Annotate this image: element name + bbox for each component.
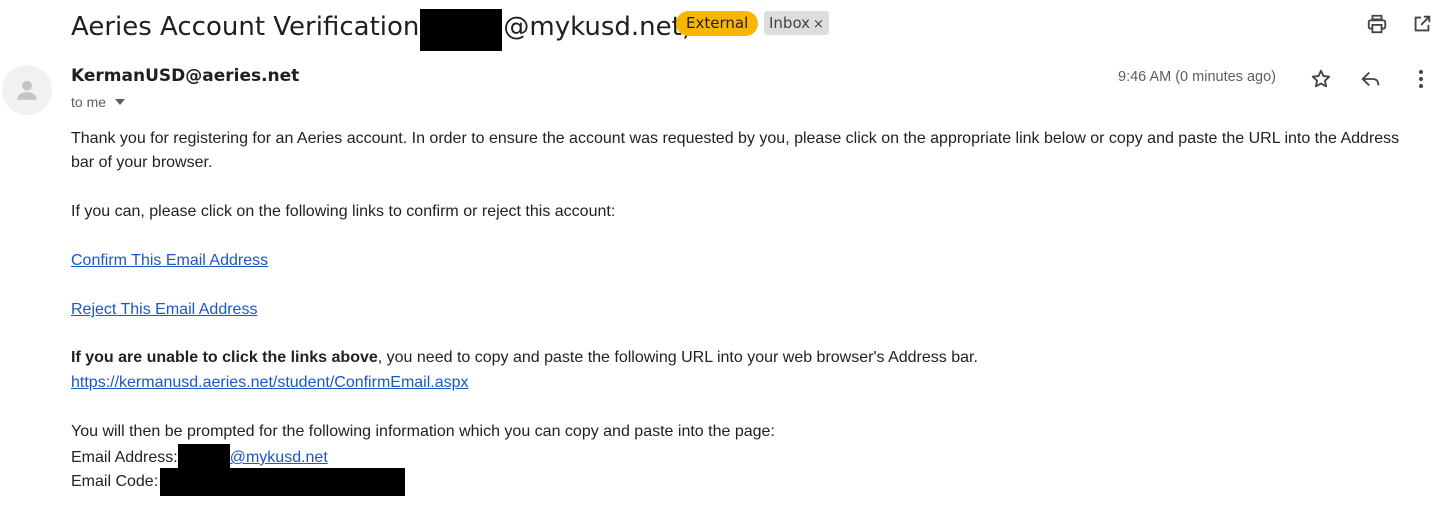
body-paragraph-3-rest: , you need to copy and paste the followi… [377,349,978,366]
inbox-label-text: Inbox [769,14,811,32]
open-in-new-window-icon [1414,15,1431,32]
print-icon [1367,14,1387,34]
reply-icon [1361,71,1380,87]
caret-down-icon[interactable] [114,98,126,106]
subject-suffix: @mykusd.net) [503,12,692,42]
inbox-label: Inbox × [764,11,829,35]
more-vert-icon [1419,70,1423,88]
more-options-button[interactable] [1409,67,1433,91]
reject-email-link[interactable]: Reject This Email Address [71,298,257,322]
email-code-label: Email Code: [71,473,159,490]
subject-prefix: Aeries Account Verification [71,12,420,42]
recipient-details[interactable]: to me [71,94,126,110]
email-subject: Aeries Account Verification @mykusd.net) [71,6,692,51]
recipient-label: to me [71,94,107,110]
body-paragraph-2: If you can, please click on the followin… [71,203,616,220]
star-icon [1311,69,1331,88]
print-button[interactable] [1365,12,1389,36]
star-button[interactable] [1309,67,1333,91]
email-code-line: Email Code: [71,468,406,496]
external-label: External [676,11,759,36]
body-paragraph-4: You will then be prompted for the follow… [71,423,775,440]
email-address-label: Email Address: [71,449,178,466]
email-timestamp: 9:46 AM (0 minutes ago) [1118,69,1276,85]
body-paragraph-1-line-1: Thank you for registering for an Aeries … [71,130,1400,147]
email-address-domain-link[interactable]: @mykusd.net [230,446,328,470]
body-paragraph-3: If you are unable to click the links abo… [71,346,978,370]
confirm-url-link[interactable]: https://kermanusd.aeries.net/student/Con… [71,371,469,395]
remove-label-button[interactable]: × [813,17,824,32]
redacted-block [420,9,503,51]
body-paragraph-3-bold: If you are unable to click the links abo… [71,349,378,366]
sender-avatar[interactable] [2,65,52,115]
confirm-email-link[interactable]: Confirm This Email Address [71,249,268,273]
sender-address[interactable]: KermanUSD@aeries.net [71,66,299,86]
open-in-new-window-button[interactable] [1410,12,1434,36]
person-icon [17,80,37,100]
reply-button[interactable] [1359,67,1383,91]
body-paragraph-1-line-2: bar of your browser. [71,154,213,171]
redacted-block [160,468,406,496]
